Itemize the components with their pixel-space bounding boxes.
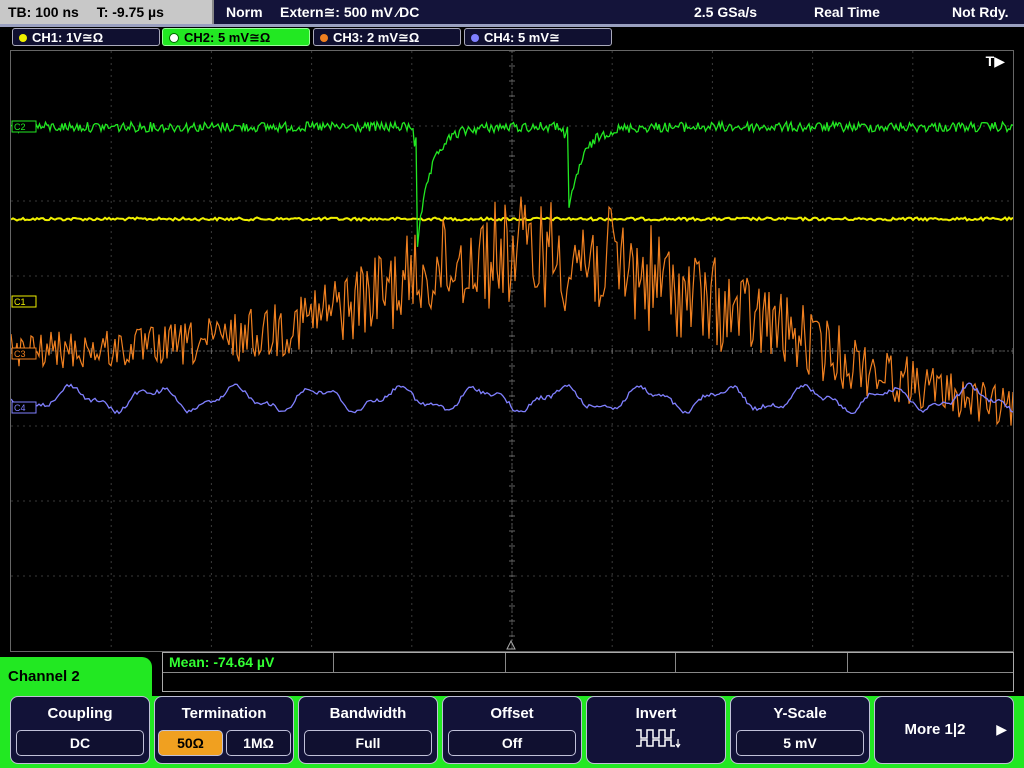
offset-softkey[interactable]: Offset Off [442, 696, 582, 764]
invert-label: Invert [635, 705, 677, 722]
termination-label: Termination [181, 705, 267, 722]
coupling-label: Coupling [47, 705, 113, 722]
channel-4-dot-icon [471, 33, 479, 42]
tab-channel-2[interactable]: CH2: 5 mV≅Ω [162, 28, 310, 46]
termination-softkey[interactable]: Termination 50Ω 1MΩ [154, 696, 294, 764]
waveform-plot: C1 C2 C3 C4 [10, 50, 1014, 651]
timebase-box[interactable]: TB: 100 ns T: -9.75 µs [0, 0, 214, 24]
tab-channel-4[interactable]: CH4: 5 mV≅ [464, 28, 612, 46]
coupling-value[interactable]: DC [16, 730, 144, 756]
y-scale-softkey[interactable]: Y-Scale 5 mV [730, 696, 870, 764]
channel-1-trace [10, 216, 1014, 222]
bandwidth-label: Bandwidth [329, 705, 407, 722]
channel-4-marker[interactable]: C4 [11, 401, 37, 414]
menu-title: Channel 2 [0, 657, 152, 697]
status-bar-divider [0, 24, 1024, 27]
tab-channel-3[interactable]: CH3: 2 mV≅Ω [313, 28, 461, 46]
softkey-panel: Coupling DC Termination 50Ω 1MΩ Bandwidt… [0, 696, 1024, 768]
channel-1-dot-icon [19, 33, 27, 42]
trigger-time: T: -9.75 µs [96, 4, 164, 20]
termination-50ohm-option[interactable]: 50Ω [158, 730, 223, 756]
offset-value[interactable]: Off [448, 730, 576, 756]
coupling-softkey[interactable]: Coupling DC [10, 696, 150, 764]
trigger-source[interactable]: Extern≅: 500 mV ⁄DC [280, 0, 419, 24]
more-softkey[interactable]: More 1|2 ▶ [874, 696, 1014, 764]
channel-3-label: CH3: 2 mV≅Ω [333, 30, 420, 45]
svg-text:C4: C4 [14, 403, 26, 413]
trigger-marker: T▶ [985, 53, 1005, 69]
trigger-position-icon [506, 639, 516, 650]
channel-2-marker[interactable]: C2 [11, 120, 37, 133]
bandwidth-softkey[interactable]: Bandwidth Full [298, 696, 438, 764]
y-scale-label: Y-Scale [773, 705, 827, 722]
more-arrow-icon: ▶ [996, 721, 1007, 737]
mean-measurement: Mean: -74.64 µV [169, 654, 275, 670]
svg-text:C2: C2 [14, 122, 26, 132]
y-scale-value[interactable]: 5 mV [736, 730, 864, 756]
channel-1-label: CH1: 1V≅Ω [32, 30, 104, 45]
channel-3-dot-icon [320, 33, 328, 42]
acquisition-mode[interactable]: Real Time [814, 0, 880, 24]
svg-text:C3: C3 [14, 349, 26, 359]
acquisition-status: Not Rdy. [952, 4, 1009, 20]
channel-2-label: CH2: 5 mV≅Ω [184, 30, 271, 45]
channel-4-label: CH4: 5 mV≅ [484, 30, 560, 45]
channel-3-marker[interactable]: C3 [11, 347, 37, 360]
termination-1mohm-option[interactable]: 1MΩ [226, 730, 291, 756]
waveform-display[interactable]: C1 C2 C3 C4 T▶ [10, 50, 1014, 652]
sample-rate[interactable]: 2.5 GSa/s [694, 0, 757, 24]
status-bar: TB: 100 ns T: -9.75 µs Norm Extern≅: 500… [0, 0, 1024, 24]
channel-2-dot-icon [169, 32, 179, 43]
bandwidth-value[interactable]: Full [304, 730, 432, 756]
trigger-mode[interactable]: Norm [226, 0, 263, 24]
tab-channel-1[interactable]: CH1: 1V≅Ω [12, 28, 160, 46]
timebase: TB: 100 ns [8, 4, 79, 20]
offset-label: Offset [490, 705, 534, 722]
svg-text:C1: C1 [14, 297, 26, 307]
graticule-grid [10, 50, 1014, 651]
invert-softkey[interactable]: Invert [586, 696, 726, 764]
more-label: More 1|2 [904, 721, 966, 738]
measurement-bar[interactable]: Mean: -74.64 µV [162, 652, 1014, 692]
channel-1-marker[interactable]: C1 [11, 295, 37, 308]
invert-waveform-icon [636, 729, 681, 749]
